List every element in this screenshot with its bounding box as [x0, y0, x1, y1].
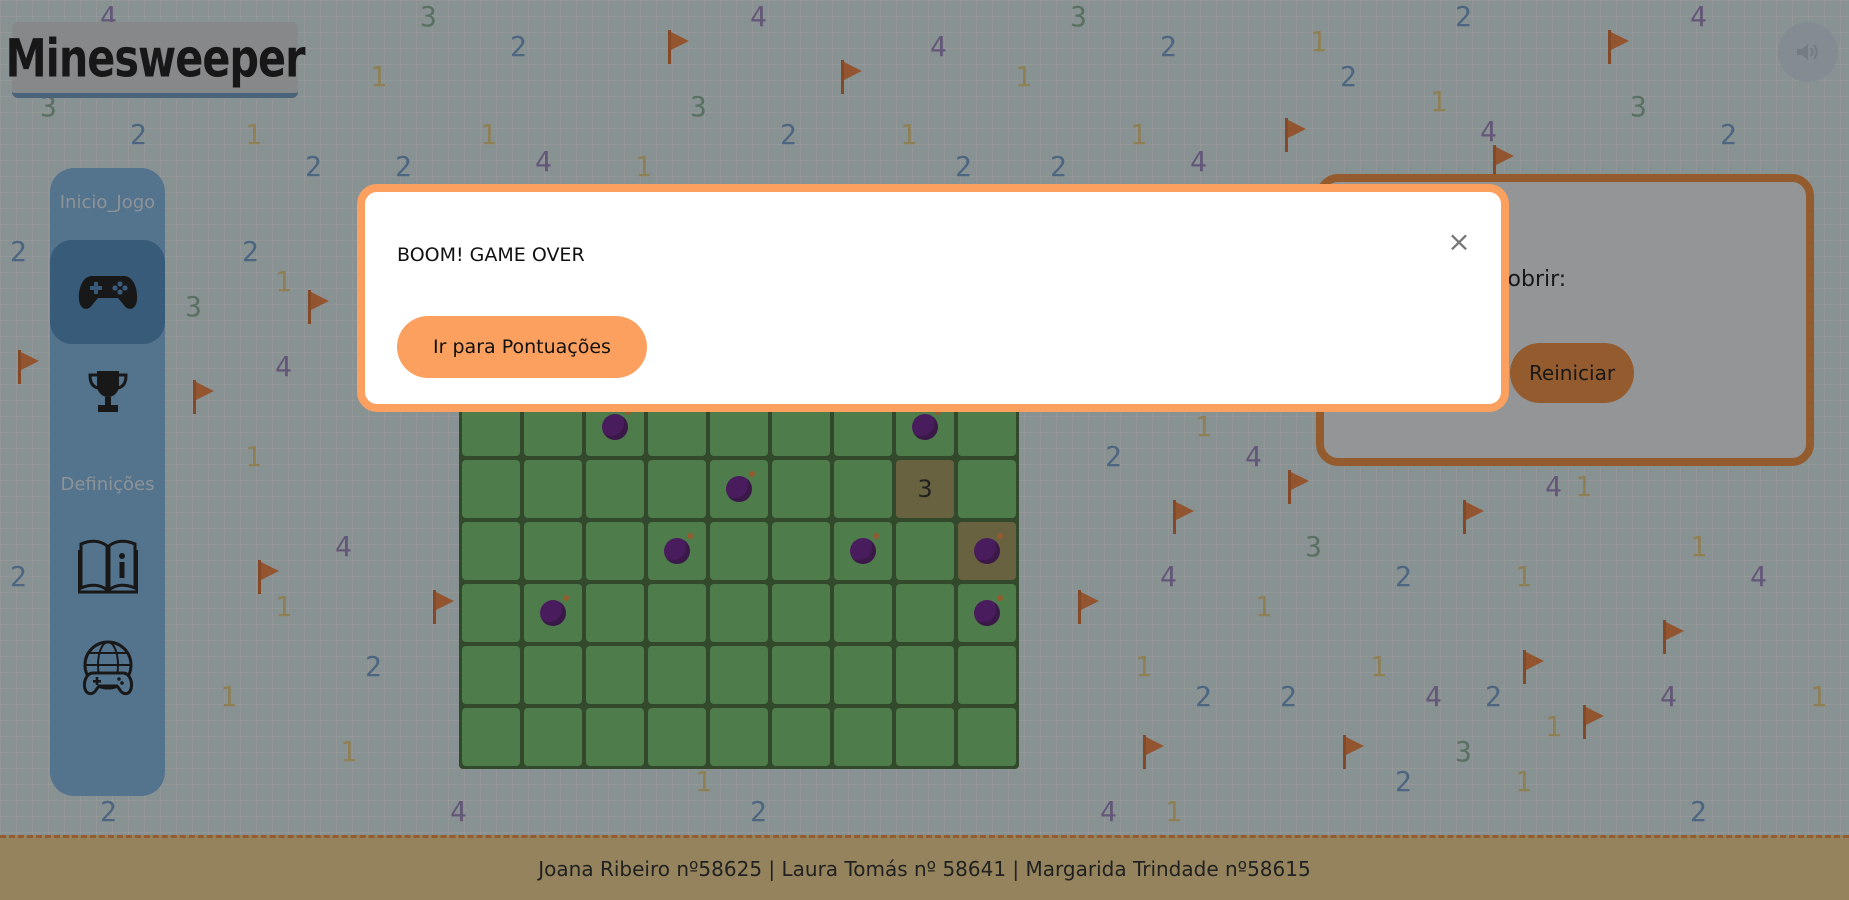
- modal-title: BOOM! GAME OVER: [397, 244, 585, 266]
- game-over-modal: BOOM! GAME OVER × Ir para Pontuações: [357, 184, 1509, 412]
- close-icon[interactable]: ×: [1445, 228, 1473, 256]
- modal-backdrop[interactable]: [0, 0, 1849, 900]
- go-to-scores-button[interactable]: Ir para Pontuações: [397, 316, 647, 378]
